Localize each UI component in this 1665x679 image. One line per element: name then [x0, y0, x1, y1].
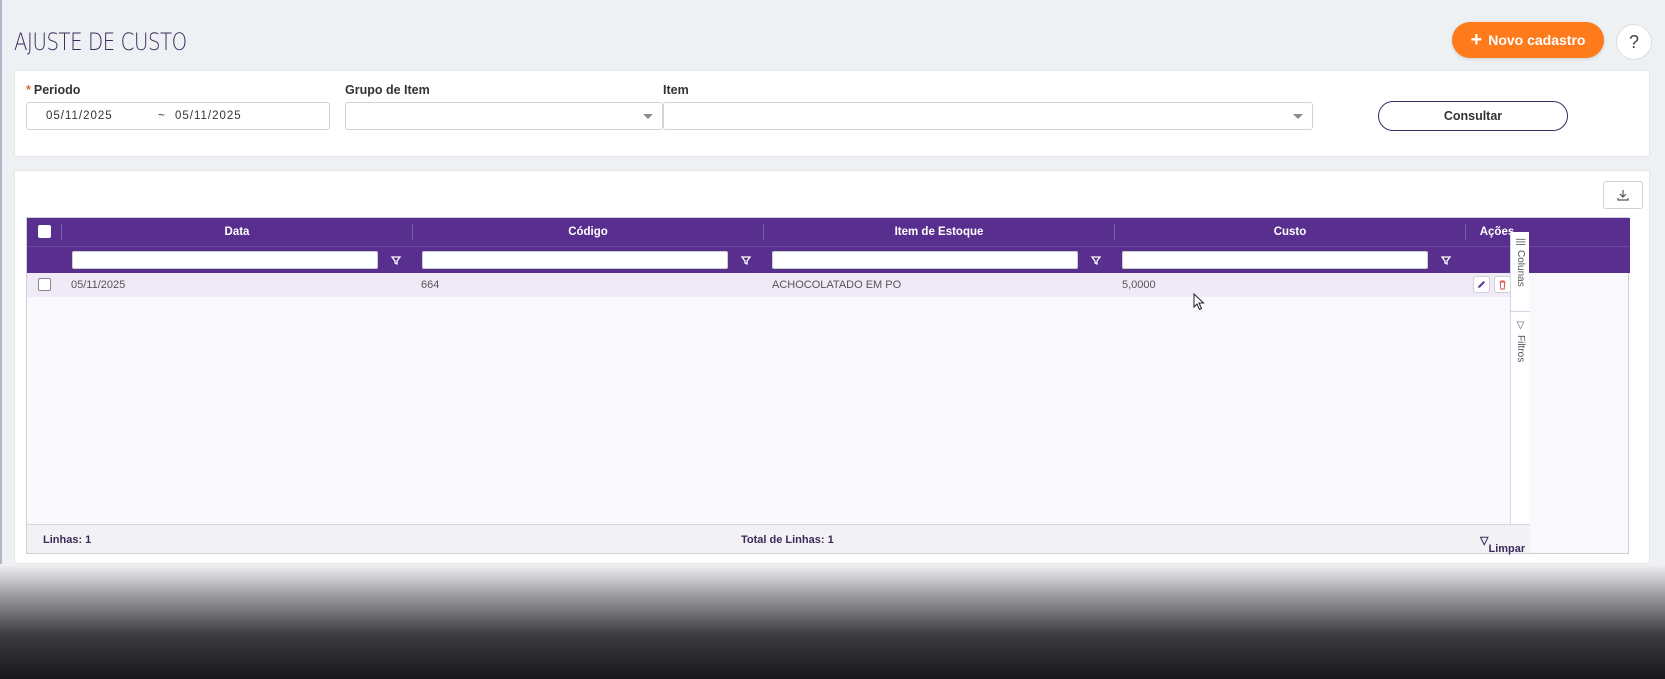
filter-input-codigo[interactable] — [422, 251, 728, 269]
filter-icon: ▽ — [1515, 320, 1526, 331]
cell-custo: 5,0000 — [1122, 279, 1156, 291]
table-row[interactable]: 05/11/2025 664 ACHOCOLATADO EM PO 5,0000 — [27, 273, 1527, 297]
filters-tool-tab[interactable]: ▽ Filtros — [1511, 314, 1530, 384]
row-checkbox[interactable] — [38, 278, 51, 291]
chevron-down-icon — [1293, 114, 1303, 119]
period-label: * Periodo — [26, 83, 80, 97]
edit-button[interactable] — [1473, 276, 1490, 293]
page-title: AJUSTE DE CUSTO — [14, 28, 187, 56]
screen-bottom-shadow — [0, 564, 1665, 679]
window-edge — [0, 0, 2, 564]
help-icon: ? — [1628, 31, 1639, 52]
trash-icon — [1499, 280, 1506, 290]
filter-icon[interactable] — [1439, 253, 1453, 267]
side-panel: ||| Colunas ▽ Filtros — [1510, 232, 1530, 526]
date-range-separator: ~ — [158, 110, 165, 122]
plus-icon: + — [1470, 29, 1483, 51]
chevron-down-icon — [643, 114, 653, 119]
filter-icon[interactable] — [1089, 253, 1103, 267]
data-grid: Data Código Item de Estoque Custo Ações — [26, 217, 1630, 555]
grid-header-row: Data Código Item de Estoque Custo Ações — [27, 218, 1630, 246]
total-lines: Total de Linhas: 1 — [741, 534, 834, 546]
clear-filters-label: Limpar — [1488, 543, 1526, 555]
filter-icon[interactable] — [389, 253, 403, 267]
help-button[interactable]: ? — [1616, 24, 1652, 60]
filter-icon[interactable] — [739, 253, 753, 267]
column-header-codigo[interactable]: Código — [413, 218, 763, 246]
filter-input-custo[interactable] — [1122, 251, 1428, 269]
export-button[interactable] — [1603, 181, 1643, 209]
required-mark: * — [26, 83, 31, 97]
new-record-button[interactable]: + Novo cadastro — [1452, 22, 1604, 58]
item-label: Item — [663, 83, 689, 97]
filter-panel: * Periodo 05/11/2025 ~ 05/11/2025 Grupo d… — [14, 70, 1650, 157]
columns-tab-label: Colunas — [1515, 249, 1526, 287]
page: AJUSTE DE CUSTO + Novo cadastro ? * Perio… — [0, 0, 1665, 679]
download-icon — [1617, 190, 1629, 201]
period-start-date[interactable]: 05/11/2025 — [46, 110, 113, 122]
consult-button[interactable]: Consultar — [1378, 101, 1568, 131]
delete-button[interactable] — [1494, 276, 1511, 293]
new-record-label: Novo cadastro — [1488, 32, 1586, 48]
item-select[interactable] — [663, 102, 1313, 130]
cell-data: 05/11/2025 — [71, 279, 126, 291]
group-select[interactable] — [345, 102, 663, 130]
period-end-date[interactable]: 05/11/2025 — [175, 110, 242, 122]
period-label-text: Periodo — [33, 83, 81, 97]
select-all-checkbox[interactable] — [38, 225, 51, 238]
columns-tool-tab[interactable]: ||| Colunas — [1511, 232, 1530, 312]
cell-codigo: 664 — [421, 279, 440, 291]
cell-item: ACHOCOLATADO EM PO — [772, 279, 902, 291]
column-header-item[interactable]: Item de Estoque — [764, 218, 1114, 246]
columns-icon: ||| — [1515, 238, 1526, 246]
filters-tab-label: Filtros — [1515, 335, 1526, 363]
mouse-cursor-icon — [1193, 293, 1205, 311]
group-label: Grupo de Item — [345, 83, 430, 97]
lines-count: Linhas: 1 — [43, 534, 92, 546]
clear-filters-button[interactable]: ▽ Limpar — [1480, 534, 1525, 555]
filter-input-data[interactable] — [72, 251, 378, 269]
column-header-custo[interactable]: Custo — [1115, 218, 1465, 246]
grid-filter-row — [27, 246, 1630, 273]
column-header-data[interactable]: Data — [62, 218, 412, 246]
edit-icon — [1478, 281, 1485, 288]
filter-input-item[interactable] — [772, 251, 1078, 269]
grid-footer: Linhas: 1 Total de Linhas: 1 ▽ Limpar — [27, 524, 1530, 555]
period-date-range[interactable]: 05/11/2025 ~ 05/11/2025 — [26, 102, 330, 130]
grid-panel: Data Código Item de Estoque Custo Ações — [14, 170, 1650, 564]
